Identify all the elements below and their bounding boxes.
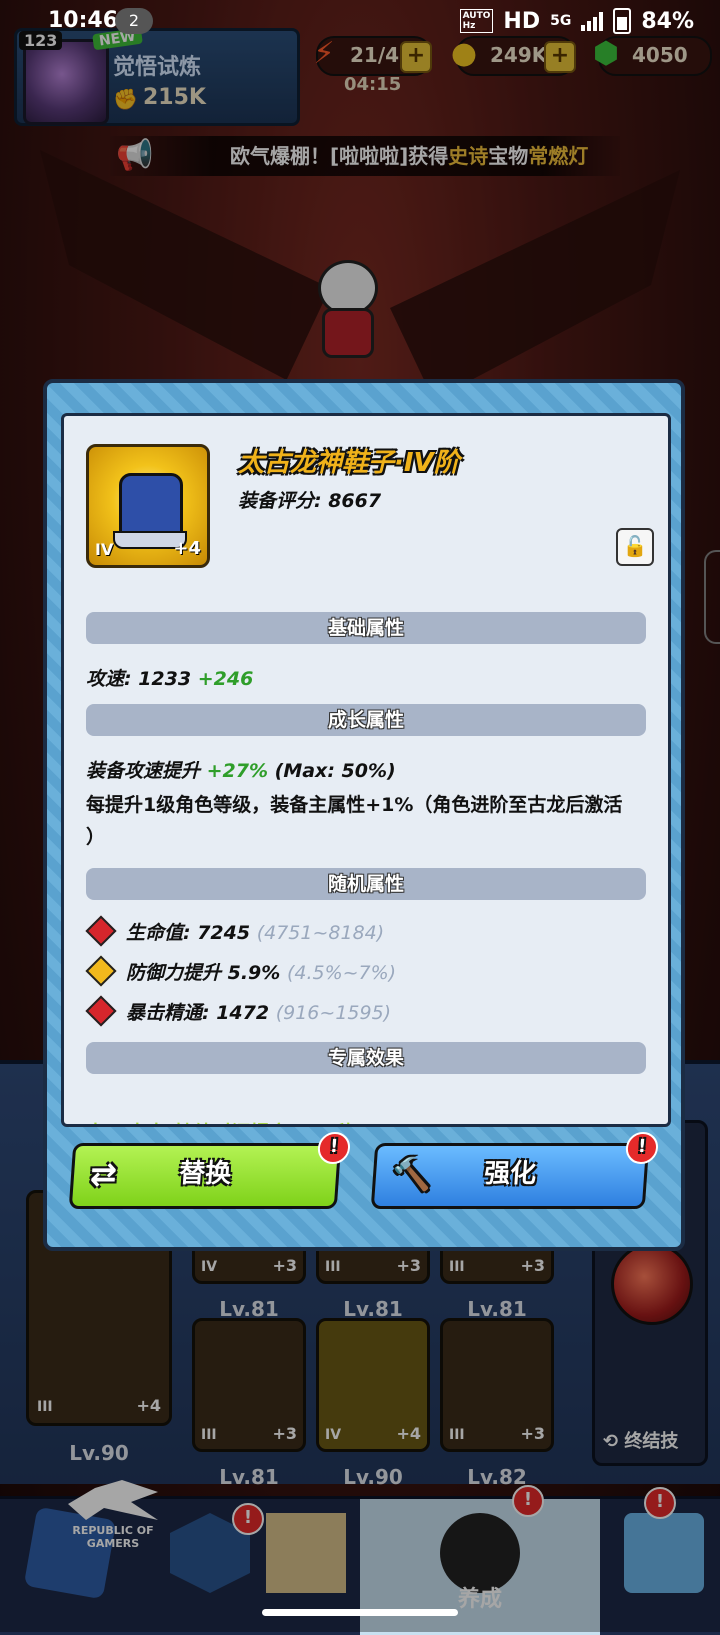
hammer-icon: 🔨	[390, 1155, 434, 1193]
notification-count: 2	[115, 8, 153, 34]
signal-icon	[581, 11, 604, 31]
battery-level: 84%	[641, 8, 694, 34]
random-stat-line: 生命值: 7245 (4751~8184)	[85, 915, 385, 947]
home-indicator[interactable]	[262, 1609, 458, 1616]
replace-button[interactable]: ⇄ 替换 !	[68, 1132, 352, 1209]
growth-max: (Max: 50%)	[268, 760, 396, 782]
red-gem-icon	[85, 915, 117, 947]
alert-badge: !	[316, 1132, 352, 1164]
section-base: 基础属性	[86, 612, 646, 644]
signal-type: 5G	[550, 13, 572, 29]
gold-gem-icon	[85, 955, 117, 987]
section-random: 随机属性	[86, 868, 646, 900]
lock-icon[interactable]: 🔓	[616, 528, 654, 566]
growth-stat-line: 装备攻速提升 +27% (Max: 50%)	[86, 756, 396, 783]
auto-hz-icon: AUTO Hz	[459, 9, 494, 33]
base-stat-bonus: +246	[197, 668, 254, 690]
item-icon: IV +4	[86, 444, 210, 568]
random-stat-line: 防御力提升 5.9% (4.5%~7%)	[85, 955, 397, 987]
edge-panel-handle[interactable]	[704, 550, 720, 644]
enhance-button[interactable]: 🔨 强化 !	[370, 1132, 660, 1209]
growth-label: 装备攻速提升	[86, 760, 207, 782]
swap-icon: ⇄	[88, 1155, 119, 1193]
battery-icon	[613, 8, 632, 34]
replace-label: 替换	[178, 1159, 233, 1189]
random-stat-label: 防御力提升 5.9%	[126, 962, 287, 984]
alert-badge: !	[624, 1132, 660, 1164]
random-stat-range: (916~1595)	[275, 1002, 392, 1024]
exclusive-effect-line: 毒: [中毒]持续时间提高0.30秒	[86, 1118, 354, 1124]
random-stat-line: 暴击精通: 1472 (916~1595)	[85, 995, 392, 1027]
item-score: 装备评分: 8667	[238, 490, 382, 512]
item-detail-modal: IV +4 太古龙神鞋子·IV阶 装备评分: 8667 🔓 基础属性 攻速: 1…	[43, 379, 685, 1251]
item-tier: IV	[95, 540, 114, 559]
growth-desc-line: 每提升1级角色等级，装备主属性+1%（角色进阶至古龙后激活	[86, 794, 623, 816]
clock: 10:46	[48, 8, 119, 33]
random-stat-range: (4751~8184)	[256, 922, 385, 944]
random-stat-label: 暴击精通: 1472	[126, 1002, 276, 1024]
item-detail-panel: IV +4 太古龙神鞋子·IV阶 装备评分: 8667 🔓 基础属性 攻速: 1…	[61, 413, 671, 1127]
item-name: 太古龙神鞋子·IV阶	[238, 448, 460, 478]
status-bar: 10:46 2 AUTO Hz HD 5G 84%	[0, 0, 720, 42]
network-label: HD	[503, 8, 541, 34]
growth-desc-line-end: ）	[86, 826, 106, 848]
random-stat-label: 生命值: 7245	[126, 922, 257, 944]
enhance-label: 强化	[483, 1159, 538, 1189]
item-plus: +4	[173, 538, 201, 559]
section-growth: 成长属性	[86, 704, 646, 736]
base-stat-line: 攻速: 1233 +246	[86, 664, 253, 691]
random-stat-range: (4.5%~7%)	[286, 962, 397, 984]
growth-bonus: +27%	[206, 760, 269, 782]
section-exclusive: 专属效果	[86, 1042, 646, 1074]
red-gem-icon	[85, 995, 117, 1027]
base-stat-label: 攻速: 1233	[86, 668, 198, 690]
